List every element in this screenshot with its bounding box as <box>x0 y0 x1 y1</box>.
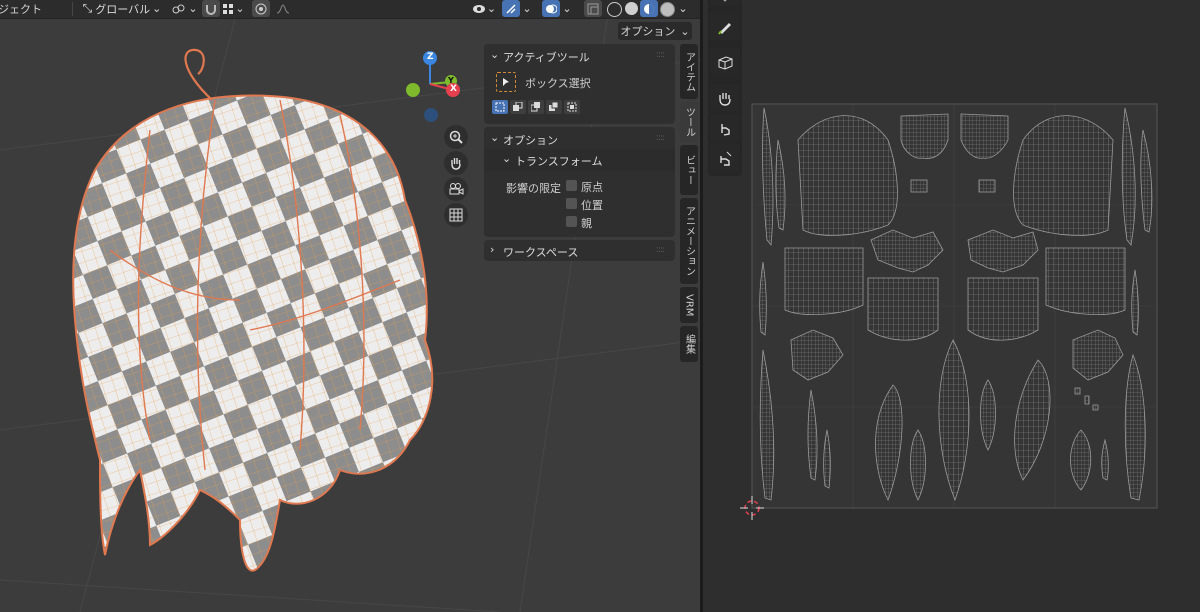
chevron-down-icon[interactable]: ⌄ <box>490 48 499 61</box>
camera-icon <box>449 183 464 195</box>
uv-editor[interactable] <box>703 0 1200 612</box>
falloff-dropdown[interactable] <box>272 0 294 17</box>
header-separator <box>72 2 73 16</box>
options-label: オプション <box>620 25 676 38</box>
gizmo-neg-y-axis[interactable] <box>406 83 420 97</box>
snap-toggle[interactable] <box>202 0 220 17</box>
workspace-panel[interactable]: › ワークスペース :::: <box>484 240 675 261</box>
select-mode-intersect[interactable] <box>564 100 580 114</box>
options-panel-title[interactable]: オプション <box>503 132 558 148</box>
select-mode-extend[interactable] <box>510 100 526 114</box>
chevron-down-icon[interactable]: ⌄ <box>677 0 689 17</box>
transform-subpanel-title: トランスフォーム <box>515 155 603 168</box>
3d-viewport[interactable]: ジェクト ⤡ グローバル ⌄ ⌄ ⌄ ⌄ ⌄ ⌄ ⌄ オプション ⌄ Z Y X… <box>0 0 700 612</box>
ortho-toggle-button[interactable] <box>444 203 468 227</box>
chevron-down-icon: ⌄ <box>680 24 690 38</box>
select-mode-new[interactable] <box>492 100 508 114</box>
select-subtract-icon <box>531 102 540 112</box>
material-icon <box>644 3 654 14</box>
select-invert-icon <box>549 102 559 111</box>
overlay-icon <box>546 4 557 13</box>
select-mode-subtract[interactable] <box>528 100 544 114</box>
viewport-header: ジェクト ⤡ グローバル ⌄ ⌄ ⌄ ⌄ ⌄ ⌄ ⌄ <box>0 0 700 19</box>
zoom-button[interactable] <box>444 125 468 149</box>
drag-handle-icon[interactable]: :::: <box>656 133 665 143</box>
chevron-down-icon[interactable]: ⌄ <box>490 131 499 144</box>
chevron-down-icon: ⌄ <box>486 2 497 15</box>
proportional-edit-toggle[interactable] <box>252 0 270 17</box>
tab-vrm[interactable]: VRM <box>680 287 698 323</box>
mode-selector[interactable]: ジェクト <box>0 1 42 17</box>
magnet-icon <box>206 4 216 15</box>
chevron-down-icon: ⌄ <box>152 2 162 15</box>
cursor-icon <box>503 78 509 86</box>
origins-checkbox[interactable] <box>566 180 577 191</box>
gizmo-x-label: X <box>450 84 457 94</box>
box-select-tool-icon[interactable] <box>496 72 516 92</box>
parents-label: 親 <box>581 217 592 230</box>
navigation-gizmo[interactable] <box>400 48 470 126</box>
xray-icon <box>587 3 599 14</box>
proportional-icon <box>255 3 267 14</box>
falloff-curve-icon <box>276 3 290 13</box>
snap-target-dropdown[interactable]: ⌄ <box>222 0 246 17</box>
parents-checkbox[interactable] <box>566 216 577 227</box>
locations-checkbox[interactable] <box>566 198 577 209</box>
locations-label: 位置 <box>581 199 603 212</box>
link-icon <box>172 4 185 13</box>
tab-view[interactable]: ビュー <box>680 145 698 195</box>
active-tool-name: ボックス選択 <box>525 77 591 90</box>
tab-item[interactable]: アイテム <box>680 44 698 99</box>
material-shading-button[interactable] <box>640 0 658 17</box>
chevron-down-icon: ⌄ <box>188 2 198 15</box>
transform-orientation-dropdown[interactable]: ⤡ グローバル ⌄ <box>80 0 164 17</box>
tab-animation[interactable]: アニメーション <box>680 198 698 284</box>
visibility-dropdown[interactable]: ⌄ <box>470 0 498 17</box>
chevron-down-icon: ⌄ <box>502 152 512 165</box>
affect-only-label: 影響の限定 <box>506 182 561 195</box>
drag-handle-icon[interactable]: :::: <box>656 50 665 60</box>
active-tool-panel: ⌄ アクティブツール :::: ボックス選択 <box>484 44 675 124</box>
select-intersect-icon <box>567 102 577 112</box>
chevron-down-icon: ⌄ <box>235 2 245 15</box>
xray-toggle[interactable] <box>584 0 602 17</box>
select-extend-icon <box>513 102 523 111</box>
rendered-shading-button[interactable] <box>660 2 675 17</box>
tab-tool[interactable]: ツール <box>680 102 698 142</box>
options-panel: ⌄ オプション :::: ⌄ トランスフォーム 影響の限定 原点 位置 親 <box>484 127 675 237</box>
wireframe-shading-button[interactable] <box>607 2 622 17</box>
orientation-label: グローバル <box>95 2 151 16</box>
select-new-icon <box>495 102 505 112</box>
gizmo-icon <box>506 3 516 14</box>
zoom-icon <box>449 130 463 144</box>
workspace-panel-title: ワークスペース <box>503 246 579 259</box>
transform-subpanel-header[interactable]: ⌄ トランスフォーム <box>484 149 675 171</box>
chevron-down-icon[interactable]: ⌄ <box>561 0 573 17</box>
gizmo-toggle[interactable] <box>502 0 520 17</box>
gizmo-neg-z-axis[interactable] <box>424 108 438 122</box>
active-tool-title[interactable]: アクティブツール <box>503 49 590 65</box>
pivot-point-dropdown[interactable]: ⌄ <box>170 0 200 17</box>
drag-handle-icon[interactable]: :::: <box>656 245 665 255</box>
orientation-icon: ⤡ <box>82 1 93 15</box>
solid-shading-button[interactable] <box>625 2 638 15</box>
uv-layout-canvas[interactable] <box>703 0 1200 612</box>
hand-icon <box>451 158 461 170</box>
origins-label: 原点 <box>581 181 603 194</box>
tab-edit[interactable]: 編集 <box>680 326 698 362</box>
chevron-down-icon[interactable]: ⌄ <box>521 0 533 17</box>
options-button[interactable]: オプション ⌄ <box>618 22 692 40</box>
eye-icon <box>472 4 485 13</box>
grid-icon <box>449 208 463 222</box>
pan-button[interactable] <box>444 151 468 175</box>
chevron-right-icon: › <box>490 243 495 256</box>
overlays-toggle[interactable] <box>542 0 560 17</box>
gizmo-z-label: Z <box>427 52 434 62</box>
snap-grid-icon <box>223 3 234 14</box>
camera-view-button[interactable] <box>444 177 468 201</box>
select-mode-invert[interactable] <box>546 100 562 114</box>
hair-mesh <box>72 48 434 572</box>
